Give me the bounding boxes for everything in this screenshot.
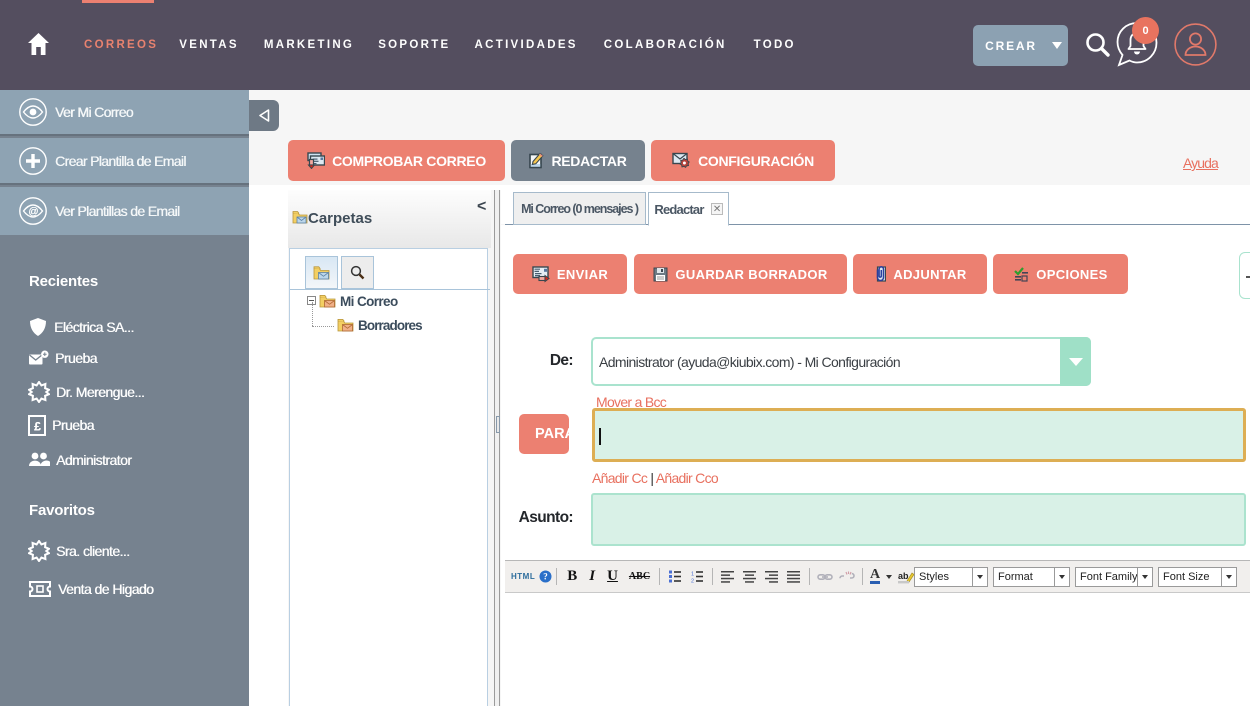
svg-text:?: ? <box>543 572 548 582</box>
svg-text:@: @ <box>28 207 38 218</box>
svg-text:2: 2 <box>691 579 694 584</box>
svg-text:1: 1 <box>691 572 694 578</box>
svg-text:£: £ <box>34 419 41 433</box>
svg-text:ab: ab <box>898 571 909 581</box>
